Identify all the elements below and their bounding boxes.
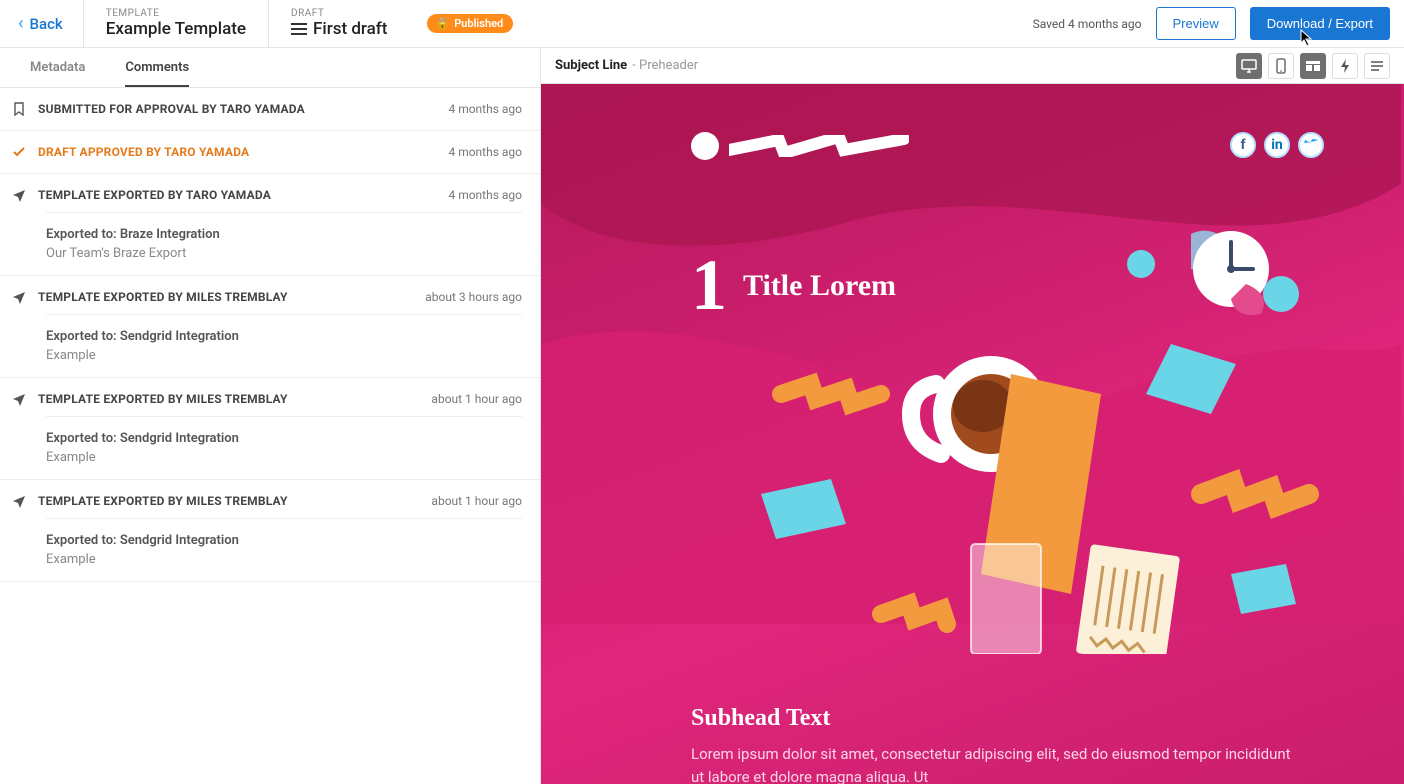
saved-timestamp: Saved 4 months ago (1033, 17, 1142, 31)
draft-name: First draft (313, 19, 387, 39)
activity-row: TEMPLATE EXPORTED BY MILES TREMBLAY abou… (0, 276, 540, 378)
activity-row: DRAFT APPROVED BY TARO YAMADA 4 months a… (0, 131, 540, 174)
plane-icon (12, 188, 34, 202)
linkedin-icon[interactable]: in (1264, 132, 1290, 158)
email-preview[interactable]: f in 1 Title Lorem (541, 84, 1404, 784)
activity-detail-secondary: Example (46, 450, 522, 465)
side-tabs: Metadata Comments (0, 48, 540, 88)
plane-icon (12, 494, 34, 508)
subject-line[interactable]: Subject Line (555, 58, 627, 73)
subhead-text: Subhead Text (691, 705, 830, 732)
twitter-icon[interactable] (1298, 132, 1324, 158)
activity-detail-primary: Exported to: Sendgrid Integration (46, 533, 522, 548)
tab-comments[interactable]: Comments (125, 60, 189, 87)
export-button[interactable]: Download / Export (1250, 7, 1390, 40)
preheader-text[interactable]: - Preheader (632, 58, 698, 73)
text-view-button[interactable] (1364, 53, 1390, 79)
activity-detail-secondary: Example (46, 552, 522, 567)
facebook-icon[interactable]: f (1230, 132, 1256, 158)
back-button[interactable]: ‹ Back (0, 0, 83, 47)
structure-view-button[interactable] (1300, 53, 1326, 79)
activity-title: DRAFT APPROVED BY TARO YAMADA (38, 145, 249, 159)
draft-label: DRAFT (291, 8, 387, 19)
activity-detail-secondary: Example (46, 348, 522, 363)
activity-time: 4 months ago (448, 102, 522, 116)
amp-view-button[interactable] (1332, 53, 1358, 79)
app-header: ‹ Back TEMPLATE Example Template DRAFT F… (0, 0, 1404, 48)
draft-cell[interactable]: DRAFT First draft (268, 0, 409, 47)
activity-title: TEMPLATE EXPORTED BY MILES TREMBLAY (38, 392, 288, 406)
desktop-view-button[interactable] (1236, 53, 1262, 79)
chevron-left-icon: ‹ (18, 13, 24, 34)
activity-detail-primary: Exported to: Sendgrid Integration (46, 431, 522, 446)
bookmark-icon (12, 102, 34, 116)
lock-icon: 🔒 (435, 17, 449, 30)
template-cell[interactable]: TEMPLATE Example Template (83, 0, 268, 47)
preview-panel: Subject Line - Preheader (541, 48, 1404, 784)
activity-row: SUBMITTED FOR APPROVAL BY TARO YAMADA 4 … (0, 88, 540, 131)
activity-title: TEMPLATE EXPORTED BY MILES TREMBLAY (38, 290, 288, 304)
brand-logo (691, 132, 909, 160)
activity-time: about 3 hours ago (425, 290, 522, 304)
logo-circle-icon (691, 132, 719, 160)
back-label: Back (30, 15, 63, 33)
activity-time: about 1 hour ago (431, 392, 522, 406)
preview-button[interactable]: Preview (1156, 7, 1236, 40)
published-badge: 🔒 Published (427, 14, 513, 33)
activity-time: 4 months ago (448, 188, 522, 202)
template-name: Example Template (106, 19, 246, 39)
tab-metadata[interactable]: Metadata (30, 60, 85, 87)
activity-detail-primary: Exported to: Braze Integration (46, 227, 522, 242)
body-text: Lorem ipsum dolor sit amet, consectetur … (691, 743, 1304, 784)
activity-title: TEMPLATE EXPORTED BY MILES TREMBLAY (38, 494, 288, 508)
activity-list: SUBMITTED FOR APPROVAL BY TARO YAMADA 4 … (0, 88, 540, 784)
mobile-view-button[interactable] (1268, 53, 1294, 79)
activity-detail-secondary: Our Team's Braze Export (46, 246, 522, 261)
subject-bar: Subject Line - Preheader (541, 48, 1404, 84)
activity-row: TEMPLATE EXPORTED BY TARO YAMADA 4 month… (0, 174, 540, 276)
social-links: f in (1230, 132, 1324, 158)
activity-title: TEMPLATE EXPORTED BY TARO YAMADA (38, 188, 271, 202)
left-panel: Metadata Comments SUBMITTED FOR APPROVAL… (0, 48, 541, 784)
activity-detail-primary: Exported to: Sendgrid Integration (46, 329, 522, 344)
activity-row: TEMPLATE EXPORTED BY MILES TREMBLAY abou… (0, 480, 540, 582)
plane-icon (12, 392, 34, 406)
activity-title: SUBMITTED FOR APPROVAL BY TARO YAMADA (38, 102, 305, 116)
hero-illustration (641, 214, 1341, 654)
activity-time: 4 months ago (448, 145, 522, 159)
menu-icon (291, 23, 307, 35)
activity-time: about 1 hour ago (431, 494, 522, 508)
check-icon (12, 145, 34, 159)
plane-icon (12, 290, 34, 304)
template-label: TEMPLATE (106, 8, 246, 19)
logo-zigzag-icon (729, 135, 909, 157)
activity-row: TEMPLATE EXPORTED BY MILES TREMBLAY abou… (0, 378, 540, 480)
